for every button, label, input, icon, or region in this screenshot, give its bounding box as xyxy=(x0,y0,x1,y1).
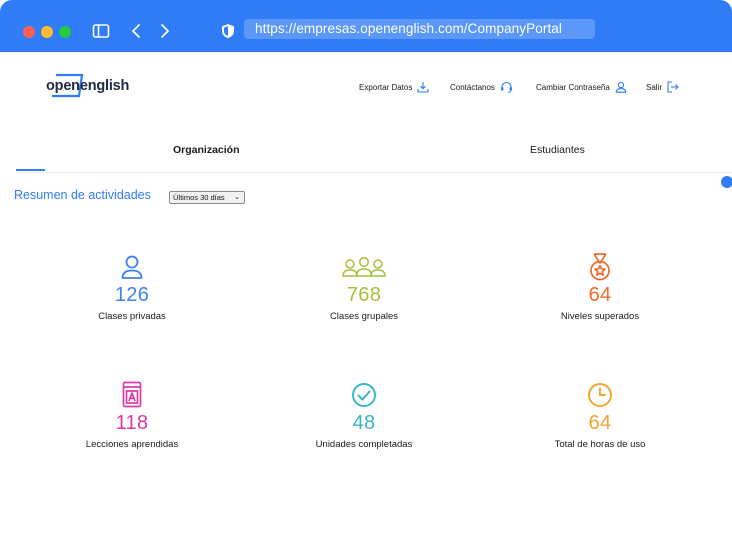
stat-value: 118 xyxy=(115,412,149,434)
summary-title: Resumen de actividades xyxy=(14,188,151,202)
stat-private-classes: 126 Clases privadas xyxy=(42,252,222,322)
stat-label: Lecciones aprendidas xyxy=(85,439,179,450)
tab-organizacion[interactable]: Organización xyxy=(173,144,240,156)
stat-value: 64 xyxy=(588,284,612,306)
close-window-button[interactable] xyxy=(23,26,35,38)
export-data-link[interactable]: Exportar Datos xyxy=(359,80,429,94)
period-select[interactable]: Últimos 30 días ⌄ xyxy=(169,191,245,204)
logo-text-open: open xyxy=(46,78,80,94)
person-icon xyxy=(121,255,143,279)
stat-value: 64 xyxy=(588,412,612,434)
logo-text-english: english xyxy=(79,78,130,94)
book-icon xyxy=(122,381,142,408)
stat-label: Niveles superados xyxy=(560,311,640,322)
browser-chrome: https://empresas.openenglish.com/Company… xyxy=(0,0,732,52)
stat-usage-hours: 64 Total de horas de uso xyxy=(510,380,690,450)
forward-arrow-icon[interactable] xyxy=(155,22,173,40)
company-portal-page: openenglish Exportar Datos Contáctanos C… xyxy=(0,52,732,543)
tab-estudiantes[interactable]: Estudiantes xyxy=(530,144,585,156)
contact-link[interactable]: Contáctanos xyxy=(450,80,513,94)
stat-units-completed: 48 Unidades completadas xyxy=(274,380,454,450)
user-icon xyxy=(615,81,627,93)
stat-label: Unidades completadas xyxy=(315,439,413,450)
stat-label: Clases grupales xyxy=(329,311,399,322)
contact-label: Contáctanos xyxy=(450,82,495,92)
change-password-label: Cambiar Contraseña xyxy=(536,82,610,92)
minimize-window-button[interactable] xyxy=(41,26,53,38)
clock-icon xyxy=(588,383,612,407)
download-icon xyxy=(417,82,429,93)
shield-icon xyxy=(222,24,234,38)
medal-icon xyxy=(590,253,610,281)
active-tab-indicator xyxy=(16,169,45,171)
period-select-value: Últimos 30 días xyxy=(173,193,225,202)
check-circle-icon xyxy=(352,383,376,407)
stat-value: 126 xyxy=(114,284,150,306)
open-english-logo[interactable]: openenglish xyxy=(46,70,130,102)
logout-icon xyxy=(667,81,679,93)
tabs-divider xyxy=(16,172,732,173)
stat-lessons-learned: 118 Lecciones aprendidas xyxy=(42,380,222,450)
logout-link[interactable]: Salir xyxy=(646,80,679,94)
stat-group-classes: 768 Clases grupales xyxy=(274,252,454,322)
logout-label: Salir xyxy=(646,82,663,92)
stat-label: Total de horas de uso xyxy=(554,439,646,450)
sidebar-toggle-icon[interactable] xyxy=(92,22,110,40)
chevron-down-icon: ⌄ xyxy=(234,194,240,201)
headset-icon xyxy=(500,81,512,93)
stat-value: 768 xyxy=(346,284,382,306)
scroll-indicator[interactable] xyxy=(721,176,732,188)
stat-value: 48 xyxy=(352,412,376,434)
back-arrow-icon[interactable] xyxy=(128,22,146,40)
address-bar[interactable]: https://empresas.openenglish.com/Company… xyxy=(244,19,595,39)
stat-label: Clases privadas xyxy=(98,311,166,322)
change-password-link[interactable]: Cambiar Contraseña xyxy=(536,80,627,94)
group-icon xyxy=(342,256,386,277)
export-data-label: Exportar Datos xyxy=(359,82,413,92)
maximize-window-button[interactable] xyxy=(59,26,71,38)
stat-levels-passed: 64 Niveles superados xyxy=(510,252,690,322)
